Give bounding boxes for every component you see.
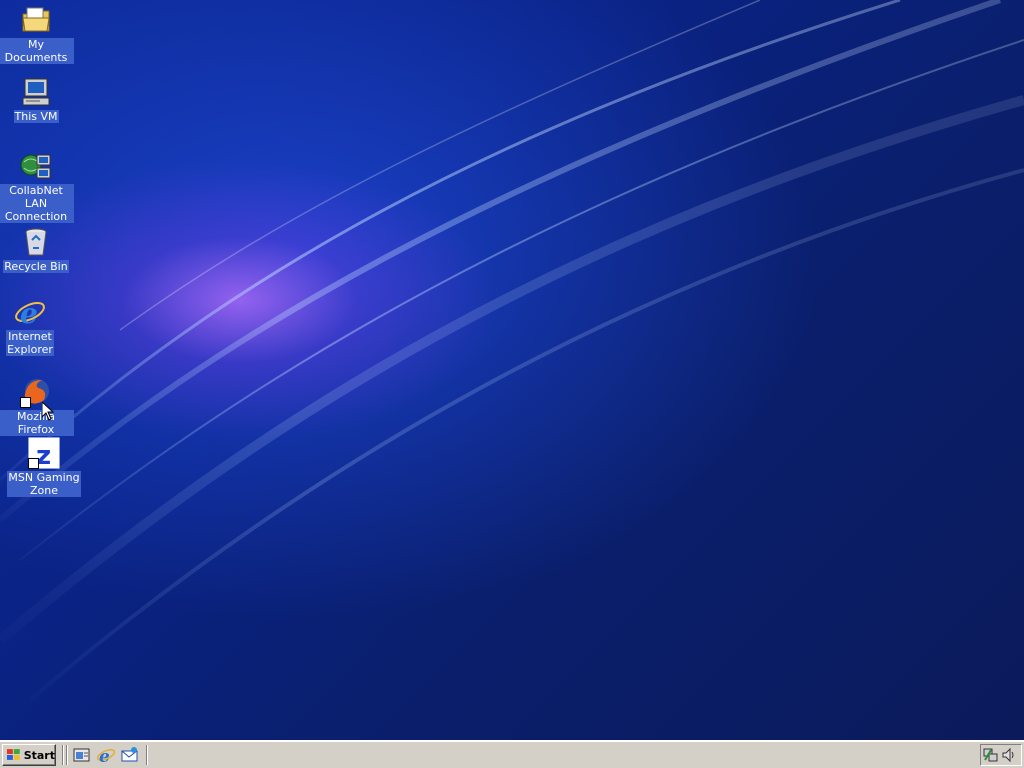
system-tray-icons	[983, 747, 1014, 763]
start-button[interactable]: Start	[2, 744, 56, 766]
show-desktop-icon	[73, 748, 90, 762]
taskbar-separator	[146, 745, 148, 765]
desktop-icon-label: MSN Gaming Zone	[7, 471, 81, 497]
computer-icon	[20, 76, 52, 108]
system-tray	[980, 744, 1022, 766]
taskbar: Start e	[0, 740, 1024, 768]
desktop-icon-mozilla-firefox[interactable]: Mozilla Firefox	[0, 376, 74, 436]
desktop-icon-my-documents[interactable]: My Documents	[0, 4, 74, 64]
desktop-icon-recycle-bin[interactable]: Recycle Bin	[0, 226, 74, 273]
quick-launch-outlook-express[interactable]	[120, 746, 140, 764]
desktop-icon-collabnet-lan[interactable]: CollabNet LAN Connection	[0, 150, 74, 223]
taskbar-separator	[62, 745, 64, 765]
svg-text:e: e	[99, 747, 110, 764]
desktop-icon-label: My Documents	[0, 38, 74, 64]
folder-documents-icon	[20, 4, 52, 36]
desktop-icon-internet-explorer[interactable]: e Internet Explorer	[0, 296, 68, 356]
volume-icon[interactable]	[1002, 747, 1014, 763]
internet-explorer-icon: e	[14, 296, 46, 330]
svg-text:e: e	[20, 297, 38, 328]
internet-explorer-icon: e	[96, 747, 116, 767]
shortcut-arrow-icon	[28, 458, 39, 469]
taskbar-separator	[66, 745, 68, 765]
desktop: My Documents This VM CollabNet LAN Conne…	[0, 0, 1024, 740]
wallpaper-swooshes	[0, 0, 1024, 702]
quick-launch-internet-explorer[interactable]: e	[96, 746, 116, 767]
desktop-icon-label: Internet Explorer	[6, 330, 54, 356]
desktop-icon-msn-gaming-zone[interactable]: z MSN Gaming Zone	[6, 436, 82, 497]
start-label: Start	[23, 748, 55, 762]
desktop-icon-label: CollabNet LAN Connection	[0, 184, 74, 223]
windows-logo-icon	[6, 749, 20, 760]
desktop-icon-label: Recycle Bin	[3, 260, 69, 273]
desktop-icon-this-vm[interactable]: This VM	[0, 76, 74, 123]
shortcut-arrow-icon	[20, 397, 31, 408]
desktop-icon-label: Mozilla Firefox	[0, 410, 74, 436]
desktop-icon-label: This VM	[13, 110, 59, 123]
mouse-cursor-icon	[42, 402, 54, 421]
outlook-express-icon	[121, 747, 138, 762]
recycle-bin-icon	[20, 226, 52, 258]
network-tray-icon[interactable]	[983, 748, 998, 762]
msn-gaming-zone-icon: z	[27, 436, 61, 471]
quick-launch-show-desktop[interactable]	[72, 746, 92, 764]
network-connection-icon	[20, 150, 52, 182]
